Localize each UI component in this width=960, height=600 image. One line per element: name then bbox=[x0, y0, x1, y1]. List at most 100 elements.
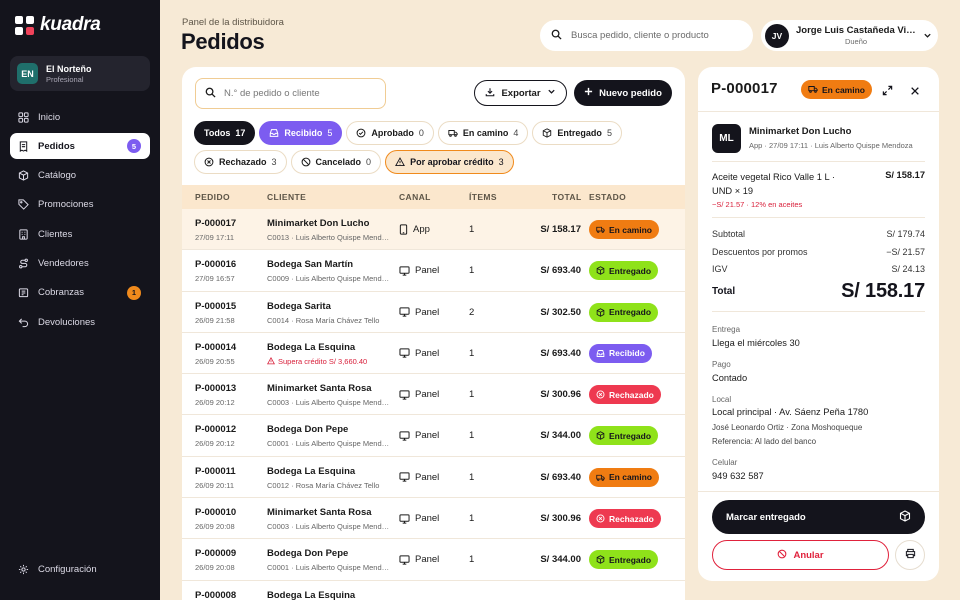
order-total: S/ 693.40 bbox=[540, 265, 581, 277]
filter-chip-encamino[interactable]: En camino 4 bbox=[437, 121, 529, 145]
client-meta: C0003 · Luis Alberto Quispe Mendoza bbox=[267, 522, 393, 532]
sidebar-item-catlogo[interactable]: Catálogo bbox=[10, 163, 150, 189]
sidebar-item-cobranzas[interactable]: Cobranzas 1 bbox=[10, 280, 150, 306]
status-label: En camino bbox=[609, 224, 652, 235]
client-meta: C0013 · Luis Alberto Quispe Mendoza bbox=[267, 233, 393, 242]
table-row[interactable]: P-000013 26/09 20:12 Minimarket Santa Rosa… bbox=[182, 374, 685, 416]
filter-chip-rechazado[interactable]: Rechazado 3 bbox=[194, 150, 287, 174]
sidebar-item-label: Configuración bbox=[38, 564, 97, 575]
sidebar-item-vendedores[interactable]: Vendedores bbox=[10, 250, 150, 276]
total-value: S/ 158.17 bbox=[841, 280, 925, 302]
order-search[interactable] bbox=[195, 78, 386, 109]
filter-chip-poraprobarcrdito[interactable]: Por aprobar crédito 3 bbox=[385, 150, 514, 174]
order-date: 26/09 20:12 bbox=[195, 398, 235, 408]
new-order-button[interactable]: Nuevo pedido bbox=[574, 80, 672, 106]
status-badge[interactable]: Rechazado bbox=[589, 509, 661, 529]
orders-table: P-000017 27/09 17:11 Minimarket Don Lucho C… bbox=[182, 209, 685, 600]
global-search[interactable] bbox=[540, 20, 753, 51]
col-canal[interactable]: CANAL bbox=[399, 192, 431, 202]
sidebar-item-label: Clientes bbox=[38, 228, 73, 240]
sidebar-item-label: Inicio bbox=[38, 111, 61, 123]
table-row[interactable]: P-000011 26/09 20:11 Bodega La Esquina C001… bbox=[182, 457, 685, 499]
table-row[interactable]: P-000010 26/09 20:08 Minimarket Santa Rosa… bbox=[182, 498, 685, 540]
col-total[interactable]: TOTAL bbox=[552, 192, 582, 202]
close-icon[interactable] bbox=[910, 83, 920, 101]
sidebar-item-configuracion[interactable]: Configuración bbox=[18, 564, 97, 575]
download-icon bbox=[485, 87, 495, 100]
status-badge[interactable]: En camino bbox=[589, 220, 659, 239]
sidebar-item-devoluciones[interactable]: Devoluciones bbox=[10, 309, 150, 335]
order-detail-panel: P-000017 En camino ML Minimarket Don Luc… bbox=[698, 67, 939, 581]
user-menu[interactable]: JV Jorge Luis Castañeda Villanueva Dueño bbox=[761, 20, 938, 51]
ban-icon bbox=[301, 157, 311, 167]
status-badge[interactable]: En camino bbox=[589, 467, 659, 487]
status-badge[interactable]: Recibido bbox=[589, 343, 652, 363]
filter-chip-count: 5 bbox=[327, 128, 333, 138]
sidebar-item-label: Vendedores bbox=[38, 257, 89, 269]
org-switcher[interactable]: EN El Norteño Profesional bbox=[10, 56, 150, 91]
client-name[interactable]: Minimarket Don Lucho bbox=[749, 126, 851, 137]
filter-chip-entregado[interactable]: Entregado 5 bbox=[532, 121, 622, 145]
receipt-icon bbox=[18, 141, 29, 152]
order-total: S/ 158.17 bbox=[540, 224, 581, 235]
xcircle-icon bbox=[596, 514, 605, 523]
sidebar-item-pedidos[interactable]: Pedidos 5 bbox=[10, 133, 150, 160]
table-row[interactable]: P-000012 26/09 20:12 Bodega Don Pepe C0001 … bbox=[182, 415, 685, 457]
filter-chip-todos[interactable]: Todos 17 bbox=[194, 121, 256, 145]
ban-icon bbox=[777, 549, 787, 562]
order-search-input[interactable] bbox=[224, 88, 374, 99]
expand-icon[interactable] bbox=[882, 83, 893, 101]
global-search-input[interactable] bbox=[571, 30, 741, 41]
order-date: 26/09 20:55 bbox=[195, 356, 235, 366]
cancel-order-button[interactable]: Anular bbox=[712, 540, 889, 570]
col-items[interactable]: ÍTEMS bbox=[469, 192, 497, 202]
item-count: 1 bbox=[469, 389, 475, 401]
col-cliente[interactable]: CLIENTE bbox=[267, 192, 306, 202]
brand-logo[interactable]: kuadra bbox=[15, 14, 101, 36]
phone-value[interactable]: 949 632 587 bbox=[712, 471, 764, 481]
order-id: P-000014 bbox=[195, 341, 237, 353]
check-icon bbox=[356, 128, 366, 138]
sidebar-item-clientes[interactable]: Clientes bbox=[10, 221, 150, 247]
chevron-down-icon bbox=[547, 87, 556, 99]
filter-chip-cancelado[interactable]: Cancelado 0 bbox=[290, 150, 382, 174]
client-meta: C0001 · Luis Alberto Quispe Mendoza bbox=[267, 439, 393, 449]
export-button[interactable]: Exportar bbox=[474, 80, 567, 106]
filter-chip-aprobado[interactable]: Aprobado 0 bbox=[346, 121, 434, 145]
order-total: S/ 300.96 bbox=[540, 513, 581, 525]
col-pedido[interactable]: PEDIDO bbox=[195, 192, 230, 202]
order-total: S/ 344.00 bbox=[540, 554, 581, 566]
print-button[interactable] bbox=[895, 540, 925, 570]
table-row[interactable]: P-000008 Bodega La Esquina bbox=[182, 581, 685, 600]
line-item-discount: −S/ 21.57 · 12% en aceites bbox=[712, 200, 803, 209]
filter-chip-count: 3 bbox=[498, 157, 504, 167]
status-badge[interactable]: Entregado bbox=[589, 550, 659, 570]
channel: Panel bbox=[399, 389, 439, 400]
table-row[interactable]: P-000009 26/09 20:08 Bodega Don Pepe C0001 … bbox=[182, 539, 685, 581]
monitor-icon bbox=[399, 555, 410, 565]
table-row[interactable]: P-000016 27/09 16:57 Bodega San Martín C000… bbox=[182, 250, 685, 292]
table-row[interactable]: P-000017 27/09 17:11 Minimarket Don Lucho C… bbox=[182, 209, 685, 251]
col-estado[interactable]: ESTADO bbox=[589, 192, 626, 202]
status-badge: En camino bbox=[801, 80, 872, 99]
sidebar-item-promociones[interactable]: Promociones bbox=[10, 192, 150, 218]
mark-delivered-button[interactable]: Marcar entregado bbox=[712, 500, 925, 534]
status-badge[interactable]: Rechazado bbox=[589, 385, 661, 405]
package-icon bbox=[899, 509, 911, 525]
client-name: Minimarket Don Lucho bbox=[267, 218, 370, 229]
table-row[interactable]: P-000015 26/09 21:58 Bodega Sarita C0014 · … bbox=[182, 292, 685, 333]
status-badge[interactable]: Entregado bbox=[589, 302, 659, 322]
xcircle-icon bbox=[204, 157, 214, 167]
channel-label: Panel bbox=[415, 471, 440, 483]
sidebar-item-inicio[interactable]: Inicio bbox=[10, 104, 150, 130]
channel-label: Panel bbox=[415, 347, 440, 359]
sidebar-item-label: Devoluciones bbox=[38, 316, 96, 328]
filter-chip-recibido[interactable]: Recibido 5 bbox=[259, 121, 343, 145]
order-date: 27/09 17:11 bbox=[195, 233, 235, 242]
filter-chip-count: 3 bbox=[271, 157, 277, 167]
status-badge[interactable]: Entregado bbox=[589, 426, 659, 446]
table-row[interactable]: P-000014 26/09 20:55 Bodega La Esquina Supe… bbox=[182, 333, 685, 375]
status-badge[interactable]: Entregado bbox=[589, 261, 659, 281]
divider bbox=[712, 311, 925, 312]
line-item-price: S/ 158.17 bbox=[885, 170, 925, 180]
